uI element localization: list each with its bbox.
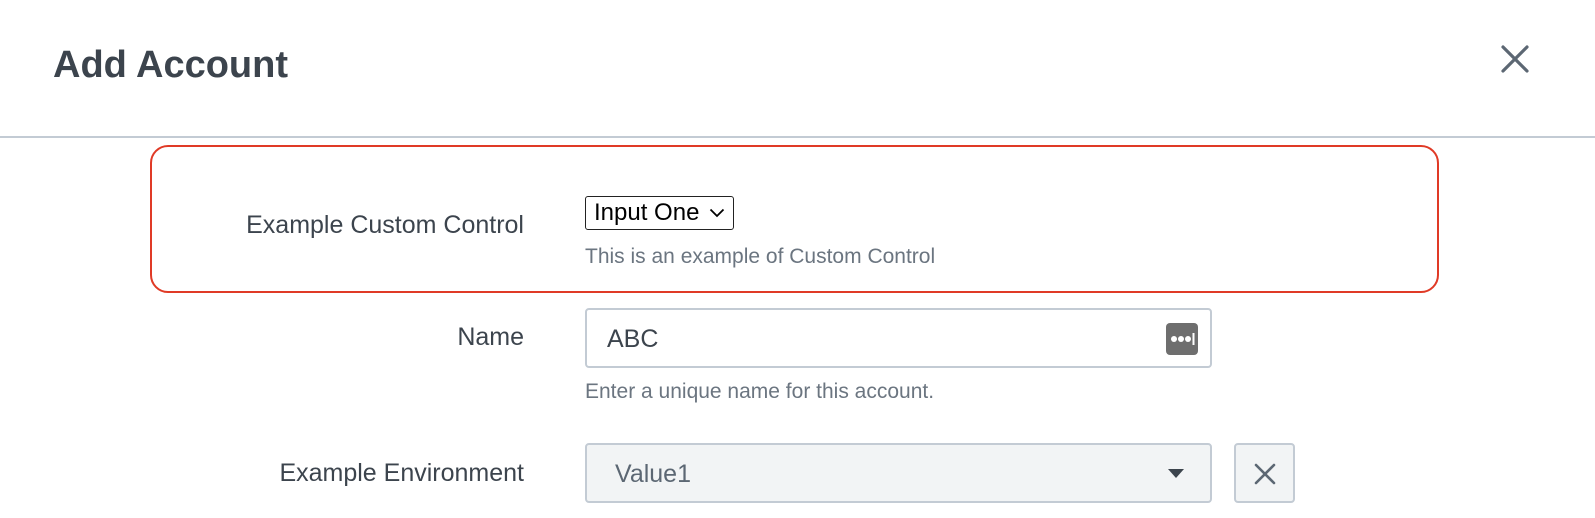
custom-control-label: Example Custom Control — [246, 211, 524, 239]
environment-dropdown[interactable]: Value1 — [585, 443, 1212, 503]
custom-control-help-text: This is an example of Custom Control — [585, 245, 936, 268]
environment-clear-button[interactable] — [1234, 443, 1295, 503]
name-label: Name — [457, 323, 524, 351]
environment-label: Example Environment — [279, 459, 524, 487]
chevron-down-icon — [709, 208, 725, 218]
environment-dropdown-value: Value1 — [615, 460, 691, 488]
close-icon — [1254, 463, 1276, 485]
name-help-text: Enter a unique name for this account. — [585, 380, 935, 403]
close-icon — [1501, 45, 1529, 73]
close-button[interactable] — [1500, 44, 1540, 84]
add-account-dialog: Add Account Example Custom Control Input… — [0, 0, 1595, 518]
custom-control-selected-value: Input One — [594, 199, 700, 226]
caret-down-icon — [1168, 469, 1184, 478]
password-manager-icon[interactable] — [1166, 323, 1198, 355]
dialog-header: Add Account — [0, 0, 1595, 138]
dialog-title: Add Account — [53, 44, 289, 86]
name-input[interactable]: ABC — [585, 308, 1212, 368]
custom-control-select[interactable]: Input One — [585, 196, 735, 230]
name-input-value: ABC — [607, 325, 659, 353]
